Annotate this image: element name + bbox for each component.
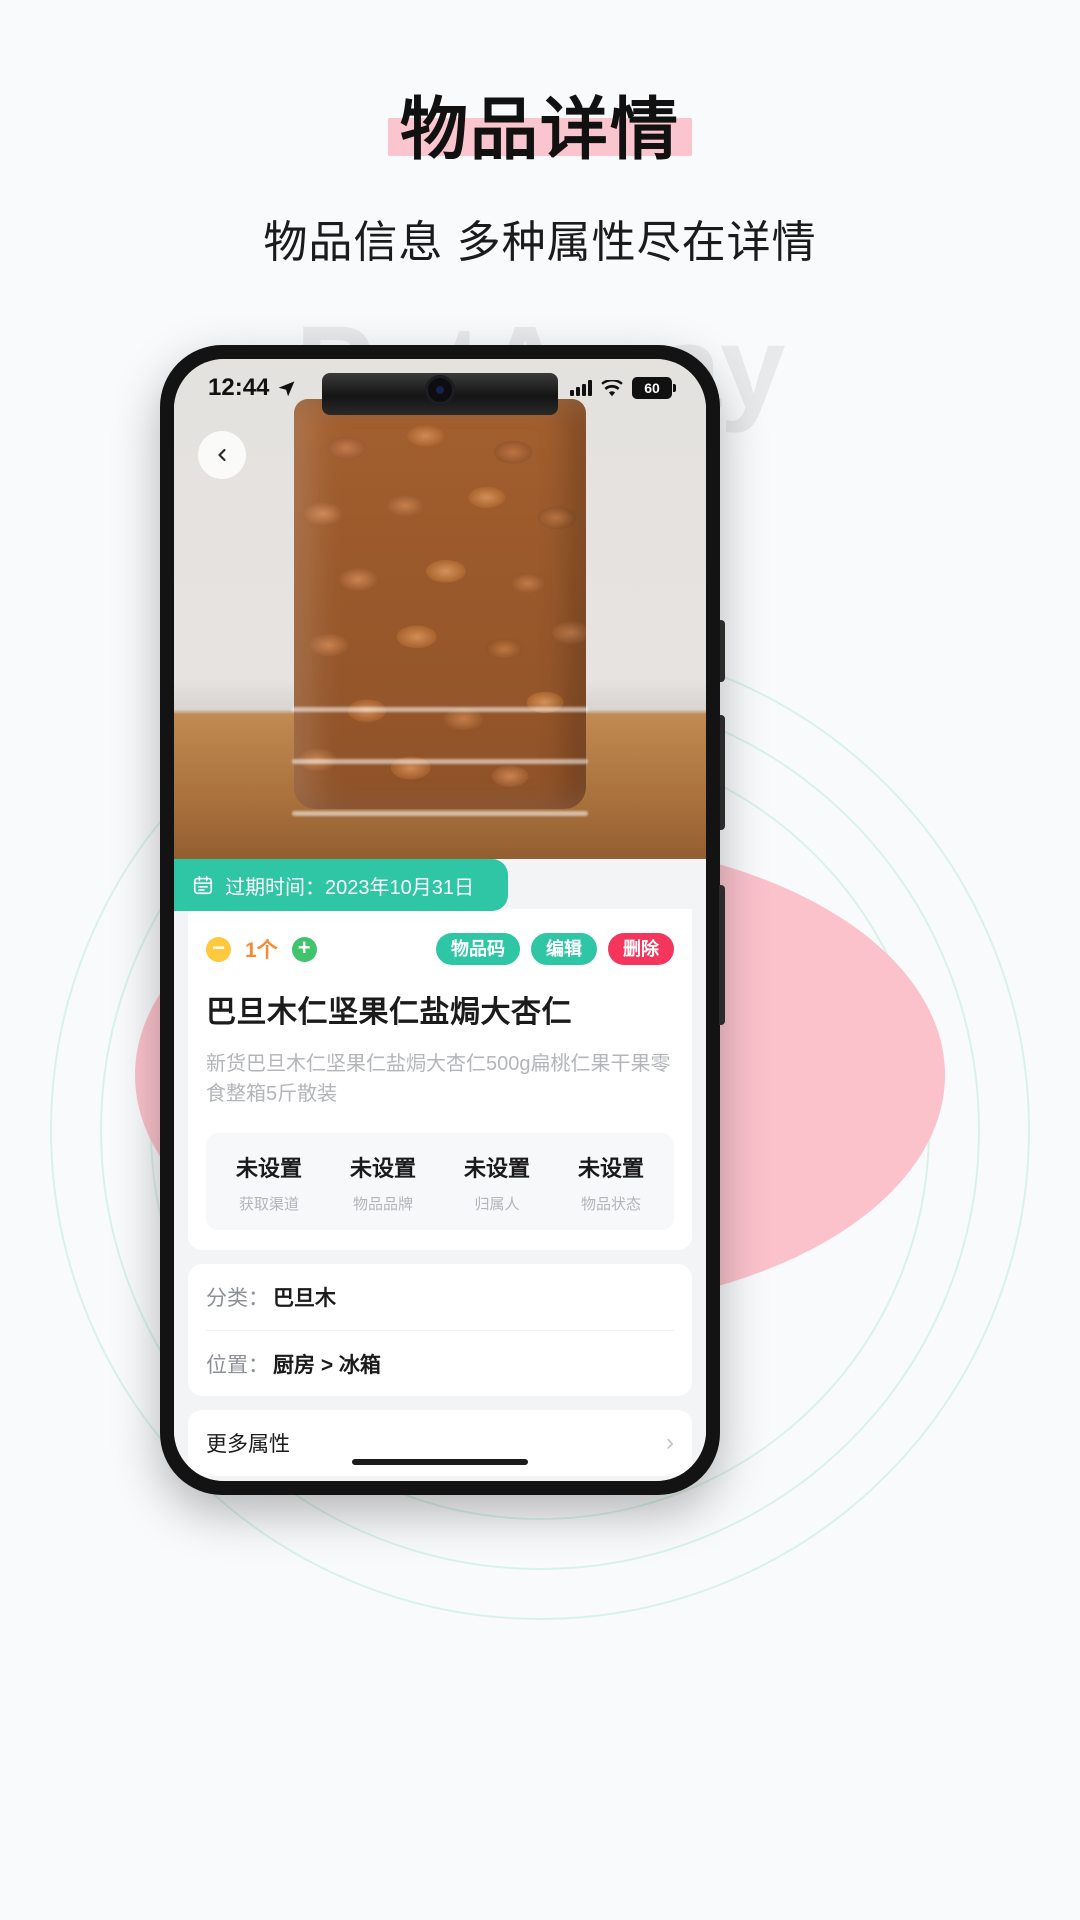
attribute-label: 物品状态 bbox=[580, 1196, 641, 1213]
status-bar-right: 60 bbox=[570, 377, 676, 399]
detail-sheet: 过期时间：2023年10月31日 − 1个 + 物品码 编辑 删除 巴旦木仁坚果… bbox=[174, 859, 706, 1481]
edit-button[interactable]: 编辑 bbox=[531, 933, 597, 965]
delete-button[interactable]: 删除 bbox=[608, 933, 674, 965]
attribute-value: 未设置 bbox=[235, 1156, 302, 1181]
jar-band bbox=[292, 707, 588, 712]
more-attributes-label: 更多属性 bbox=[206, 1433, 290, 1456]
location-row[interactable]: 位置： 厨房 > 冰箱 bbox=[206, 1330, 674, 1396]
chevron-right-icon: › bbox=[666, 1429, 674, 1456]
attribute-label: 物品品牌 bbox=[352, 1196, 413, 1213]
quantity-stepper[interactable]: − 1个 + bbox=[206, 934, 317, 964]
attribute-value: 未设置 bbox=[577, 1156, 644, 1181]
attribute-label: 获取渠道 bbox=[238, 1196, 299, 1213]
status-bar-left: 12:44 bbox=[208, 374, 296, 402]
attribute-value: 未设置 bbox=[349, 1156, 416, 1181]
battery-indicator: 60 bbox=[632, 377, 676, 399]
attribute-cell[interactable]: 未设置 物品品牌 bbox=[326, 1151, 440, 1214]
plus-circle-icon[interactable]: + bbox=[291, 936, 317, 962]
wifi-icon bbox=[601, 379, 623, 396]
location-label: 位置： bbox=[206, 1353, 269, 1377]
navigation-arrow-icon bbox=[278, 380, 295, 396]
page-header: 物品详情 物品信息 多种属性尽在详情 bbox=[0, 92, 1080, 270]
item-code-button[interactable]: 物品码 bbox=[436, 933, 520, 965]
back-button[interactable] bbox=[198, 431, 246, 479]
item-info-card: − 1个 + 物品码 编辑 删除 巴旦木仁坚果仁盐焗大杏仁 新货巴旦木仁坚果仁盐… bbox=[188, 909, 692, 1250]
attribute-grid: 未设置 获取渠道 未设置 物品品牌 未设置 归属人 未设置 物品状态 bbox=[206, 1133, 674, 1230]
phone-screen: 12:44 60 过期时间：2023年10月31日 − 1个 + 物品码 编辑 … bbox=[174, 359, 706, 1481]
category-row[interactable]: 分类： 巴旦木 bbox=[206, 1264, 674, 1330]
category-value: 巴旦木 bbox=[273, 1287, 336, 1310]
page-title: 物品详情 bbox=[399, 92, 680, 168]
almond-jar-graphic bbox=[292, 399, 588, 816]
home-indicator bbox=[352, 1459, 528, 1465]
camera-punch-hole bbox=[425, 375, 455, 405]
attribute-cell[interactable]: 未设置 获取渠道 bbox=[212, 1151, 326, 1214]
item-title: 巴旦木仁坚果仁盐焗大杏仁 bbox=[206, 996, 572, 1029]
jar-band bbox=[292, 759, 588, 764]
calendar-icon bbox=[193, 875, 213, 895]
jar-band bbox=[292, 811, 588, 816]
location-value: 厨房 > 冰箱 bbox=[273, 1353, 381, 1377]
attribute-value: 未设置 bbox=[463, 1156, 530, 1181]
item-photo[interactable] bbox=[174, 359, 706, 874]
minus-circle-icon[interactable]: − bbox=[206, 936, 231, 962]
item-description: 新货巴旦木仁坚果仁盐焗大杏仁500g扁桃仁果干果零食整箱5斤散装 bbox=[206, 1053, 671, 1105]
chevron-left-icon bbox=[218, 448, 226, 462]
phone-power-button[interactable] bbox=[719, 885, 725, 1025]
attribute-cell[interactable]: 未设置 物品状态 bbox=[554, 1151, 668, 1214]
item-meta-card: 分类： 巴旦木 位置： 厨房 > 冰箱 bbox=[188, 1264, 692, 1396]
page-subtitle: 物品信息 多种属性尽在详情 bbox=[263, 218, 817, 268]
attribute-cell[interactable]: 未设置 归属人 bbox=[440, 1151, 554, 1214]
page-title-wrap: 物品详情 bbox=[387, 92, 692, 168]
status-bar-time: 12:44 bbox=[208, 374, 270, 401]
phone-mockup: 12:44 60 过期时间：2023年10月31日 − 1个 + 物品码 编辑 … bbox=[160, 345, 725, 1495]
item-action-row: − 1个 + 物品码 编辑 删除 bbox=[206, 933, 674, 965]
item-actions: 物品码 编辑 删除 bbox=[436, 933, 674, 965]
quantity-value: 1个 bbox=[245, 939, 278, 962]
expiry-banner: 过期时间：2023年10月31日 bbox=[174, 859, 508, 911]
signal-bars-icon bbox=[570, 380, 592, 396]
category-label: 分类： bbox=[206, 1287, 269, 1310]
more-attributes-row[interactable]: 更多属性 › bbox=[188, 1410, 692, 1476]
expiry-text: 过期时间：2023年10月31日 bbox=[225, 876, 474, 899]
attribute-label: 归属人 bbox=[474, 1196, 520, 1213]
